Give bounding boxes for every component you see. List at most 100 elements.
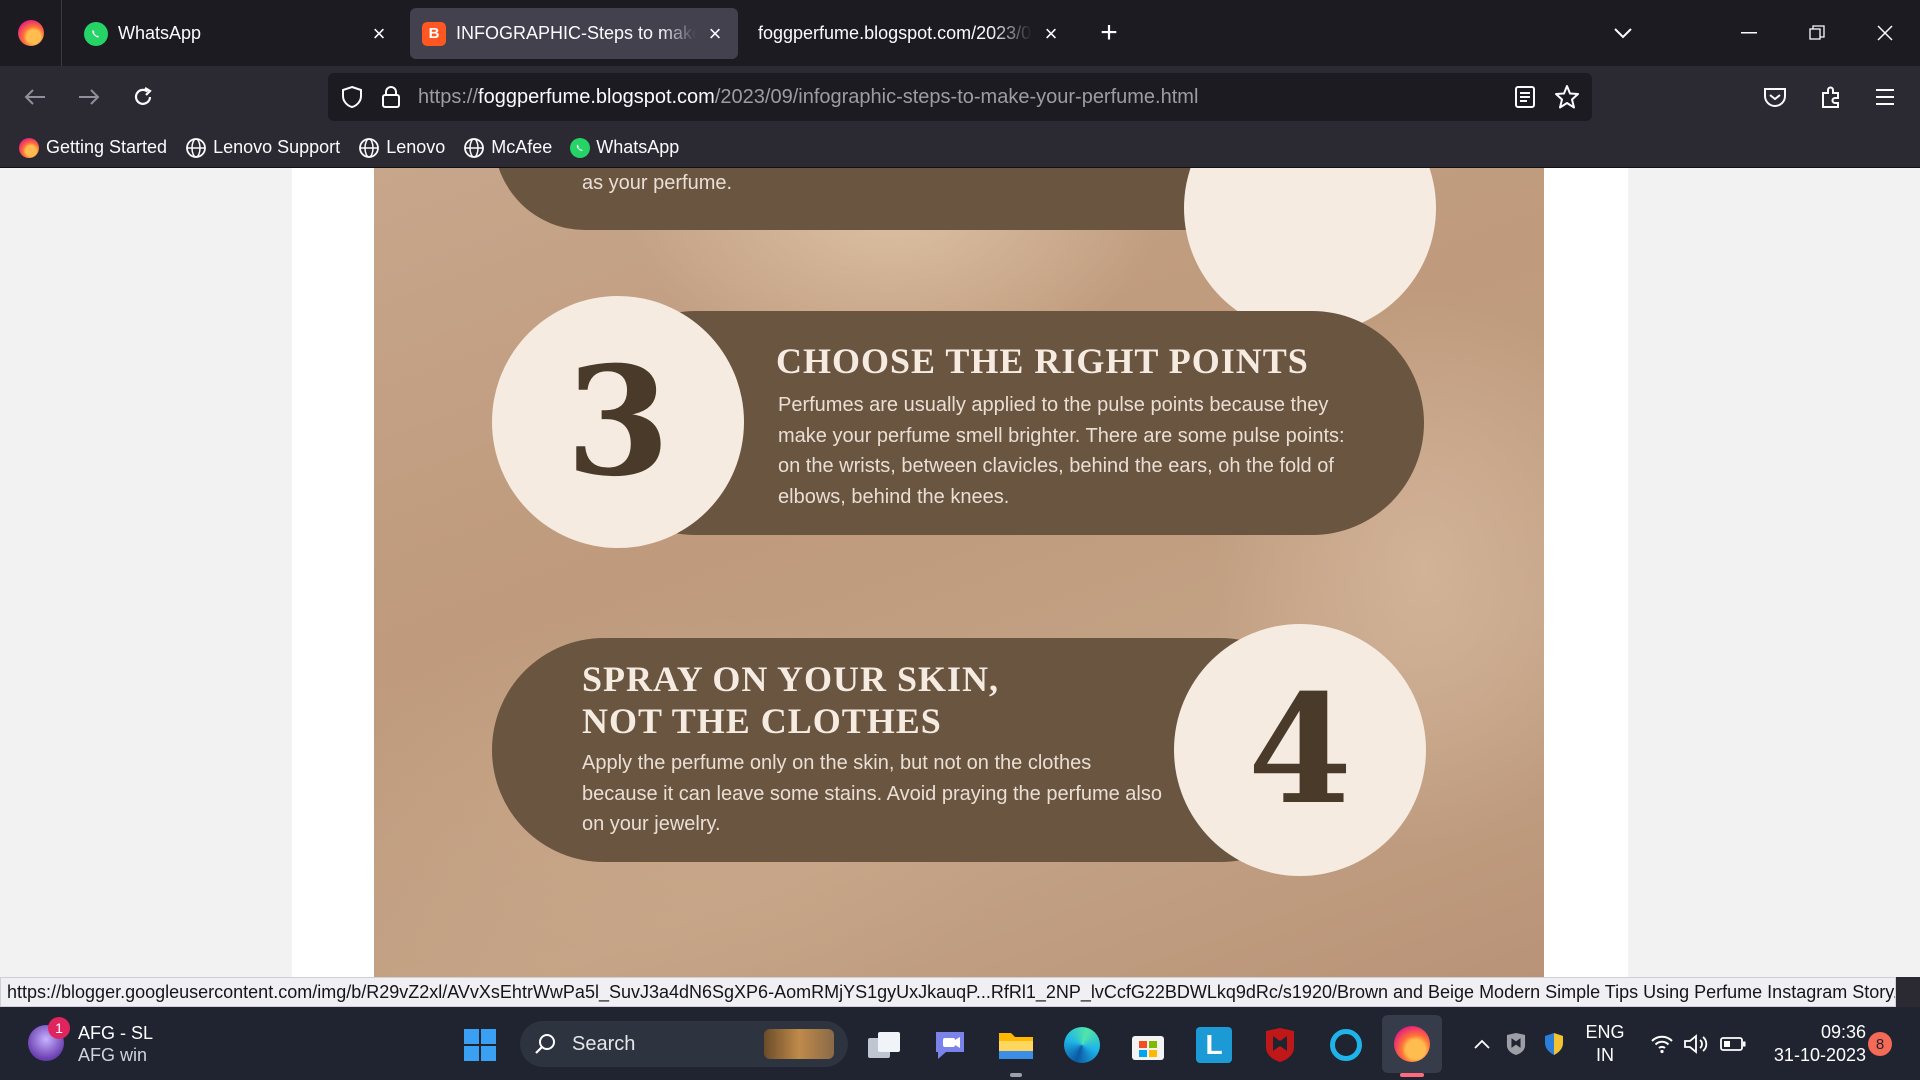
security-shield-icon[interactable] [1540, 1029, 1568, 1059]
search-highlight-image [764, 1029, 834, 1059]
tab-infographic[interactable]: B INFOGRAPHIC-Steps to make your perfume… [410, 8, 738, 59]
mcafee-button[interactable] [1258, 1023, 1302, 1067]
file-explorer-button[interactable] [994, 1023, 1038, 1067]
chevron-down-icon [1614, 28, 1632, 39]
lenovo-l-icon: L [1196, 1027, 1232, 1063]
widgets-button[interactable]: 1 [26, 1017, 70, 1063]
notification-badge[interactable]: 8 [1868, 1032, 1892, 1056]
forward-button[interactable] [64, 66, 114, 128]
tab-strip: WhatsApp × B INFOGRAPHIC-Steps to make y… [0, 0, 1920, 66]
reader-view-icon[interactable] [1514, 85, 1536, 114]
url-text[interactable]: https://foggperfume.blogspot.com/2023/09… [418, 73, 1198, 121]
volume-icon[interactable] [1682, 1029, 1710, 1059]
store-button[interactable] [1126, 1023, 1170, 1067]
blogger-icon: B [422, 21, 446, 46]
active-indicator [1400, 1073, 1424, 1077]
firefox-icon [18, 137, 40, 159]
edge-icon [1064, 1027, 1100, 1063]
language-top: ENG [1585, 1022, 1625, 1042]
step4-desc: Apply the perfume only on the skin, but … [582, 752, 1162, 835]
tab-foggperfume[interactable]: foggperfume.blogspot.com/2023/09/ × [746, 8, 1074, 59]
start-button[interactable] [458, 1023, 502, 1067]
reload-button[interactable] [118, 66, 168, 128]
bookmark-label: Lenovo [386, 137, 446, 157]
bookmarks-toolbar: Getting Started Lenovo Support Lenovo Mc… [0, 128, 1920, 168]
close-icon[interactable]: × [368, 21, 390, 46]
clock[interactable]: 09:36 31-10-2023 [1760, 1021, 1866, 1067]
firefox-taskbar-button[interactable] [1382, 1015, 1442, 1073]
arrow-left-icon [24, 89, 45, 105]
step3-number-circle: 3 [492, 296, 744, 548]
puzzle-icon [1822, 86, 1839, 108]
firefox-view-button[interactable] [0, 0, 62, 66]
address-bar[interactable]: https://foggperfume.blogspot.com/2023/09… [328, 73, 1592, 121]
clock-date: 31-10-2023 [1773, 1045, 1866, 1065]
step3-desc: Perfumes are usually applied to the puls… [778, 394, 1345, 508]
globe-icon [185, 137, 207, 159]
firefox-icon [17, 20, 44, 46]
step2-desc-tail: as your perfume. [582, 172, 733, 194]
chat-icon [936, 1032, 964, 1059]
teams-chat-button[interactable] [928, 1023, 972, 1067]
show-hidden-icons-button[interactable] [1470, 1029, 1494, 1059]
lenovo-vantage-button[interactable]: L [1192, 1023, 1236, 1067]
mcafee-tray-icon[interactable] [1502, 1029, 1530, 1059]
wifi-icon[interactable] [1648, 1029, 1676, 1059]
widget-text[interactable]: AFG - SL AFG win [78, 1022, 153, 1066]
reload-icon [134, 87, 152, 105]
navigation-toolbar: https://foggperfume.blogspot.com/2023/09… [0, 66, 1920, 128]
close-icon[interactable]: × [704, 21, 726, 46]
whatsapp-icon [570, 137, 591, 158]
bookmark-lenovo-support[interactable]: Lenovo Support [185, 137, 340, 159]
url-scheme: https:// [418, 86, 479, 108]
task-view-button[interactable] [862, 1023, 906, 1067]
bookmark-getting-started[interactable]: Getting Started [18, 137, 167, 159]
page-viewport[interactable]: as your perfume. 3 CHOOSE THE RIGHT POIN… [0, 168, 1920, 977]
lock-icon[interactable] [380, 85, 402, 114]
mcafee-shield-icon [1266, 1028, 1294, 1062]
folder-icon [999, 1033, 1033, 1059]
battery-icon[interactable] [1718, 1029, 1748, 1059]
step4-title-line2: NOT THE CLOTHES [582, 701, 942, 741]
whatsapp-icon [84, 21, 108, 46]
taskbar-search[interactable]: Search [520, 1021, 848, 1067]
globe-icon [358, 137, 380, 159]
cortana-button[interactable] [1324, 1023, 1368, 1067]
bookmark-mcafee[interactable]: McAfee [463, 137, 552, 159]
pocket-button[interactable] [1750, 66, 1800, 128]
firefox-icon [1394, 1026, 1430, 1062]
step2-number-circle [1184, 168, 1436, 334]
pocket-icon [1764, 88, 1786, 107]
menu-button[interactable] [1860, 66, 1910, 128]
search-placeholder: Search [572, 1032, 636, 1055]
tab-title: WhatsApp [118, 23, 202, 43]
link-status-panel: https://blogger.googleusercontent.com/im… [0, 977, 1896, 1007]
back-button[interactable] [10, 66, 60, 128]
shield-icon[interactable] [340, 85, 364, 114]
list-all-tabs-button[interactable] [1604, 14, 1642, 52]
bookmark-star-icon[interactable] [1554, 84, 1580, 115]
bookmark-whatsapp[interactable]: WhatsApp [570, 137, 679, 158]
hamburger-icon [1876, 89, 1894, 105]
minimize-button[interactable] [1726, 14, 1772, 52]
step4-title-line1: SPRAY ON YOUR SKIN, [582, 659, 1000, 699]
new-tab-button[interactable]: + [1090, 14, 1128, 52]
bookmark-label: Lenovo Support [213, 137, 341, 157]
extensions-button[interactable] [1806, 66, 1856, 128]
bookmark-lenovo[interactable]: Lenovo [358, 137, 445, 159]
edge-button[interactable] [1060, 1023, 1104, 1067]
chevron-up-icon [1474, 1039, 1490, 1049]
widget-subtitle: AFG win [78, 1045, 148, 1065]
restore-button[interactable] [1794, 14, 1840, 52]
bookmark-label: McAfee [491, 137, 553, 157]
tab-whatsapp[interactable]: WhatsApp × [72, 8, 402, 59]
windows-icon [464, 1029, 496, 1061]
tab-title: INFOGRAPHIC-Steps to make your perfume [456, 23, 696, 43]
language-indicator[interactable]: ENG IN [1580, 1021, 1630, 1067]
close-icon[interactable]: × [1040, 21, 1062, 46]
globe-icon [463, 137, 485, 159]
language-bottom: IN [1596, 1045, 1614, 1065]
task-view-icon [868, 1032, 900, 1058]
infographic-image[interactable]: as your perfume. 3 CHOOSE THE RIGHT POIN… [374, 168, 1544, 977]
close-window-button[interactable] [1862, 14, 1908, 52]
